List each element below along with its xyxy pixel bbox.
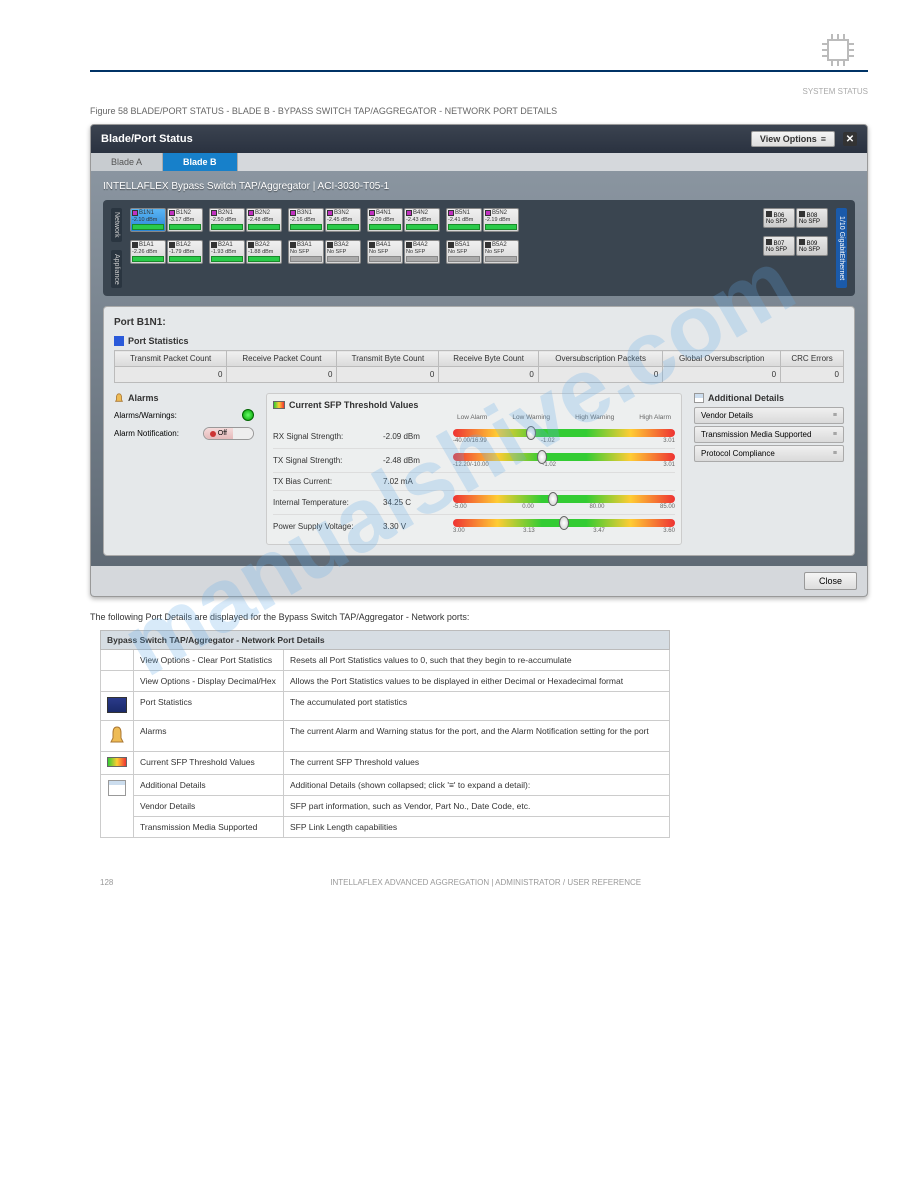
port-B4A2[interactable]: B4A2No SFP	[404, 240, 440, 264]
desc-row: Port StatisticsThe accumulated port stat…	[101, 692, 670, 721]
desc-row: Transmission Media SupportedSFP Link Len…	[101, 817, 670, 838]
stats-col: Transmit Packet Count	[115, 351, 227, 367]
port-B1A2[interactable]: B1A2-1.79 dBm	[167, 240, 203, 264]
page-number: 128	[100, 878, 113, 887]
port-B4N2[interactable]: B4N2-2.43 dBm	[404, 208, 440, 232]
port-statistics-table: Transmit Packet CountReceive Packet Coun…	[114, 350, 844, 383]
network-row-label: Network	[111, 208, 122, 242]
desc-row: View Options - Clear Port StatisticsRese…	[101, 650, 670, 671]
desc-row: View Options - Display Decimal/HexAllows…	[101, 671, 670, 692]
appliance-row-label: Appliance	[111, 250, 122, 289]
port-B2N2[interactable]: B2N2-2.48 dBm	[246, 208, 282, 232]
stats-col: Receive Packet Count	[227, 351, 337, 367]
blade-port-status-window: Blade/Port Status View Options≡ ✕ Blade …	[90, 124, 868, 597]
sfp-row: TX Bias Current:7.02 mA	[273, 472, 675, 490]
chip-icon	[818, 30, 858, 70]
alarm-notification-label: Alarm Notification:	[114, 429, 179, 438]
screen-icon	[107, 697, 127, 713]
additional-details-header: Additional Details	[708, 393, 784, 403]
sfp-threshold-header: Current SFP Threshold Values	[289, 400, 418, 410]
alarm-notification-toggle[interactable]: Off	[203, 427, 254, 440]
stats-col: CRC Errors	[781, 351, 844, 367]
port-B08[interactable]: B08No SFP	[796, 208, 828, 228]
desc-row: Current SFP Threshold ValuesThe current …	[101, 752, 670, 775]
sfp-row: RX Signal Strength:-2.09 dBm-40.00/16.99…	[273, 425, 675, 448]
port-grid: Network Appliance B1N1-2.10 dBmB1N2-3.17…	[103, 200, 855, 296]
additional-detail-item[interactable]: Vendor Details≡	[694, 407, 844, 424]
port-B09[interactable]: B09No SFP	[796, 236, 828, 256]
additional-detail-item[interactable]: Protocol Compliance≡	[694, 445, 844, 462]
close-button[interactable]: Close	[804, 572, 857, 590]
port-B5A2[interactable]: B5A2No SFP	[483, 240, 519, 264]
window-title: Blade/Port Status	[101, 133, 193, 145]
stats-value: 0	[227, 367, 337, 383]
port-B1N2[interactable]: B1N2-3.17 dBm	[167, 208, 203, 232]
port-B07[interactable]: B07No SFP	[763, 236, 795, 256]
gig-label: 1/10 GigabitEthernet	[836, 208, 847, 288]
table-icon	[108, 780, 126, 796]
stats-icon	[114, 336, 124, 346]
details-icon	[694, 393, 704, 403]
desc-row: Vendor DetailsSFP part information, such…	[101, 796, 670, 817]
port-B06[interactable]: B06No SFP	[763, 208, 795, 228]
desc-row: Additional DetailsAdditional Details (sh…	[101, 775, 670, 796]
sfp-row: TX Signal Strength:-2.48 dBm-12.20/-10.0…	[273, 448, 675, 472]
sfp-row: Internal Temperature:34.25 C-5.000.0080.…	[273, 490, 675, 514]
stats-col: Transmit Byte Count	[337, 351, 439, 367]
port-B5N2[interactable]: B5N2-2.19 dBm	[483, 208, 519, 232]
stats-col: Receive Byte Count	[439, 351, 538, 367]
device-subtitle: INTELLAFLEX Bypass Switch TAP/Aggregator…	[103, 181, 855, 192]
stats-value: 0	[115, 367, 227, 383]
sfp-row: Power Supply Voltage:3.30 V3.003.133.473…	[273, 514, 675, 538]
additional-detail-item[interactable]: Transmission Media Supported≡	[694, 426, 844, 443]
stats-value: 0	[439, 367, 538, 383]
description-table: Bypass Switch TAP/Aggregator - Network P…	[100, 630, 670, 838]
bell-icon	[109, 726, 125, 744]
stats-col: Oversubscription Packets	[538, 351, 662, 367]
stats-value: 0	[663, 367, 781, 383]
port-B4A1[interactable]: B4A1No SFP	[367, 240, 403, 264]
port-statistics-header: Port Statistics	[128, 336, 189, 346]
port-B1N1[interactable]: B1N1-2.10 dBm	[130, 208, 166, 232]
alarm-status-indicator	[242, 409, 254, 421]
port-B5A1[interactable]: B5A1No SFP	[446, 240, 482, 264]
port-B2A1[interactable]: B2A1-1.93 dBm	[209, 240, 245, 264]
port-B1A1[interactable]: B1A1-2.26 dBm	[130, 240, 166, 264]
bell-icon	[114, 393, 124, 403]
tab-blade-b[interactable]: Blade B	[163, 153, 238, 171]
port-B3A2[interactable]: B3A2No SFP	[325, 240, 361, 264]
port-B5N1[interactable]: B5N1-2.41 dBm	[446, 208, 482, 232]
port-B3N2[interactable]: B3N2-2.45 dBm	[325, 208, 361, 232]
port-B3N1[interactable]: B3N1-2.16 dBm	[288, 208, 324, 232]
gauge-icon	[273, 401, 285, 409]
alarms-warnings-label: Alarms/Warnings:	[114, 411, 177, 420]
close-icon[interactable]: ✕	[843, 132, 857, 146]
port-detail-panel: Port B1N1: Port Statistics Transmit Pack…	[103, 306, 855, 556]
desc-row: AlarmsThe current Alarm and Warning stat…	[101, 721, 670, 752]
gauge-icon	[107, 757, 127, 767]
footer-title: INTELLAFLEX ADVANCED AGGREGATION | ADMIN…	[330, 878, 641, 887]
description-intro: The following Port Details are displayed…	[90, 612, 868, 622]
stats-value: 0	[337, 367, 439, 383]
port-B2N1[interactable]: B2N1-2.50 dBm	[209, 208, 245, 232]
figure-caption: Figure 58 BLADE/PORT STATUS - BLADE B - …	[90, 106, 868, 116]
tab-blade-a[interactable]: Blade A	[91, 153, 163, 171]
port-title: Port B1N1:	[114, 317, 844, 328]
stats-value: 0	[538, 367, 662, 383]
stats-col: Global Oversubscription	[663, 351, 781, 367]
stats-value: 0	[781, 367, 844, 383]
desc-table-header: Bypass Switch TAP/Aggregator - Network P…	[101, 631, 670, 650]
alarms-header: Alarms	[128, 393, 159, 403]
port-B4N1[interactable]: B4N1-2.09 dBm	[367, 208, 403, 232]
port-B2A2[interactable]: B2A2-1.88 dBm	[246, 240, 282, 264]
section-header: SYSTEM STATUS	[90, 87, 868, 96]
port-B3A1[interactable]: B3A1No SFP	[288, 240, 324, 264]
view-options-button[interactable]: View Options≡	[751, 131, 835, 147]
